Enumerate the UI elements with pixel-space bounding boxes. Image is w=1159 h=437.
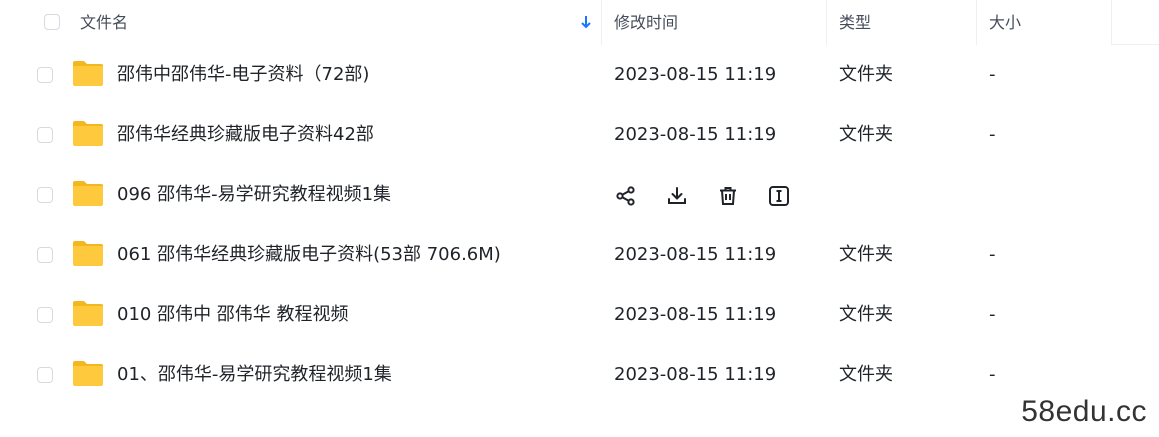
table-header: 文件名 修改时间 类型 大小 (0, 0, 1159, 45)
file-name[interactable]: 邵伟中邵伟华-电子资料（72部) (117, 45, 369, 105)
file-size: - (989, 124, 996, 145)
file-name[interactable]: 01、邵伟华-易学研究教程视频1集 (117, 345, 392, 405)
select-all-checkbox[interactable] (44, 14, 60, 30)
column-header-type[interactable]: 类型 (839, 0, 871, 45)
delete-icon[interactable] (716, 184, 740, 208)
table-row[interactable]: 01、邵伟华-易学研究教程视频1集 2023-08-15 11:19 文件夹 - (0, 345, 1159, 405)
folder-icon (73, 241, 103, 266)
row-checkbox[interactable] (37, 367, 53, 383)
table-row[interactable]: 邵伟中邵伟华-电子资料（72部) 2023-08-15 11:19 文件夹 - (0, 45, 1159, 105)
row-checkbox[interactable] (37, 127, 53, 143)
file-name[interactable]: 096 邵伟华-易学研究教程视频1集 (117, 165, 391, 225)
file-type: 文件夹 (839, 304, 893, 325)
modified-time: 2023-08-15 11:19 (614, 64, 777, 85)
watermark-text: 58edu.cc (1021, 395, 1147, 428)
column-divider[interactable] (601, 0, 602, 45)
column-divider[interactable] (1111, 0, 1112, 45)
folder-icon (73, 61, 103, 86)
folder-icon (73, 181, 103, 206)
row-checkbox[interactable] (37, 307, 53, 323)
folder-icon (73, 121, 103, 146)
modified-time: 2023-08-15 11:19 (614, 124, 777, 145)
file-type: 文件夹 (839, 244, 893, 265)
column-header-name[interactable]: 文件名 (80, 0, 128, 45)
column-header-time[interactable]: 修改时间 (614, 0, 678, 45)
file-type: 文件夹 (839, 364, 893, 385)
file-size: - (989, 304, 996, 325)
row-checkbox[interactable] (37, 247, 53, 263)
download-icon[interactable] (665, 184, 689, 208)
column-header-size[interactable]: 大小 (989, 0, 1021, 45)
file-type: 文件夹 (839, 64, 893, 85)
row-checkbox[interactable] (37, 67, 53, 83)
column-divider[interactable] (826, 0, 827, 45)
file-name[interactable]: 010 邵伟中 邵伟华 教程视频 (117, 285, 349, 345)
column-divider[interactable] (976, 0, 977, 45)
modified-time: 2023-08-15 11:19 (614, 364, 777, 385)
file-type: 文件夹 (839, 124, 893, 145)
file-size: - (989, 244, 996, 265)
file-name[interactable]: 邵伟华经典珍藏版电子资料42部 (117, 105, 374, 165)
table-row[interactable]: 010 邵伟中 邵伟华 教程视频 2023-08-15 11:19 文件夹 - (0, 285, 1159, 345)
folder-icon (73, 361, 103, 386)
table-row[interactable]: 邵伟华经典珍藏版电子资料42部 2023-08-15 11:19 文件夹 - (0, 105, 1159, 165)
file-name[interactable]: 061 邵伟华经典珍藏版电子资料(53部 706.6M) (117, 225, 501, 285)
rename-icon[interactable] (767, 184, 791, 208)
modified-time: 2023-08-15 11:19 (614, 244, 777, 265)
row-checkbox[interactable] (37, 187, 53, 203)
file-size: - (989, 364, 996, 385)
table-row[interactable]: 096 邵伟华-易学研究教程视频1集 (0, 165, 1159, 225)
modified-time: 2023-08-15 11:19 (614, 304, 777, 325)
file-size: - (989, 64, 996, 85)
sort-down-icon[interactable] (580, 14, 592, 30)
folder-icon (73, 301, 103, 326)
share-icon[interactable] (614, 184, 638, 208)
table-row[interactable]: 061 邵伟华经典珍藏版电子资料(53部 706.6M) 2023-08-15 … (0, 225, 1159, 285)
